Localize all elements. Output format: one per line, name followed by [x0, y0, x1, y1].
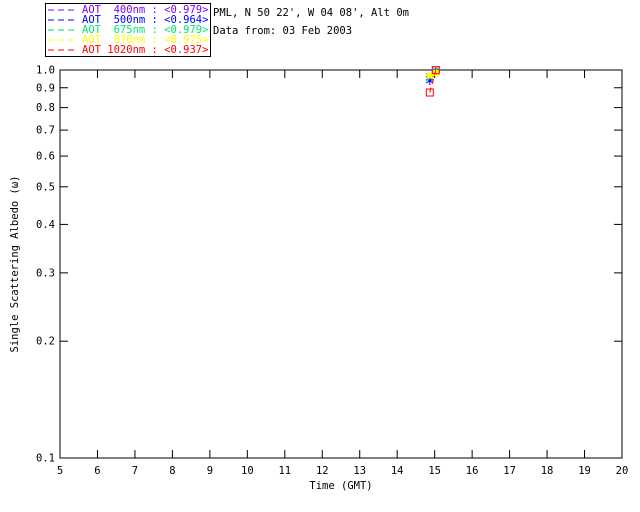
x-tick-label: 18	[541, 465, 554, 477]
y-tick-label: 1.0	[36, 65, 55, 77]
y-tick-label: 0.7	[36, 125, 55, 137]
legend-item-label: AOT 1020nm : <0.937>	[82, 44, 209, 56]
plot-subtitle: Data from: 03 Feb 2003	[213, 25, 353, 37]
x-tick-label: 6	[94, 465, 100, 477]
y-axis-title: Single Scattering Albedo (ω)	[9, 175, 21, 352]
x-axis-title: Time (GMT)	[309, 480, 372, 492]
y-tick-label: 0.9	[36, 82, 55, 94]
x-tick-label: 13	[353, 465, 366, 477]
x-tick-label: 9	[207, 465, 213, 477]
x-tick-label: 7	[132, 465, 138, 477]
x-tick-label: 10	[241, 465, 254, 477]
chart-canvas: 5 6 7 8 9 10 11 12 13 14 15 16 17 18 19 20 1.0 0.9 0.8 0.7 0…	[9, 65, 629, 493]
legend-dashed-line	[48, 19, 78, 21]
y-tick-label: 0.6	[36, 151, 55, 163]
y-tick-label: 0.1	[36, 453, 55, 465]
y-tick-label: 0.4	[36, 219, 55, 231]
x-tick-label: 14	[391, 465, 404, 477]
x-tick-label: 5	[57, 465, 63, 477]
legend-item: AOT 1020nm : <0.937>	[48, 45, 208, 55]
x-tick-label: 16	[466, 465, 479, 477]
y-tick-label: 0.3	[36, 267, 55, 279]
x-tick-label: 15	[428, 465, 441, 477]
x-tick-label: 19	[578, 465, 591, 477]
legend-dashed-line	[48, 9, 78, 11]
legend-dashed-line	[48, 49, 78, 51]
plot-frame	[59, 69, 623, 459]
x-tick-label: 17	[503, 465, 516, 477]
x-tick-label: 20	[616, 465, 629, 477]
x-tick-label: 8	[169, 465, 175, 477]
x-tick-label: 11	[278, 465, 291, 477]
legend-dashed-line	[48, 29, 78, 31]
y-tick-label: 0.2	[36, 336, 55, 348]
y-tick-label: 0.8	[36, 102, 55, 114]
legend: AOT 400nm : <0.979> AOT 500nm : <0.964> AO…	[45, 3, 211, 57]
x-tick-label: 12	[316, 465, 329, 477]
y-tick-label: 0.5	[36, 181, 55, 193]
legend-dashed-line	[48, 39, 78, 41]
plot-window: 5 6 7 8 9 10 11 12 13 14 15 16 17 18 19 20 1.0 0.9 0.8 0.7 0…	[0, 0, 640, 512]
plot-title: PML, N 50 22', W 04 08', Alt 0m	[213, 7, 409, 19]
